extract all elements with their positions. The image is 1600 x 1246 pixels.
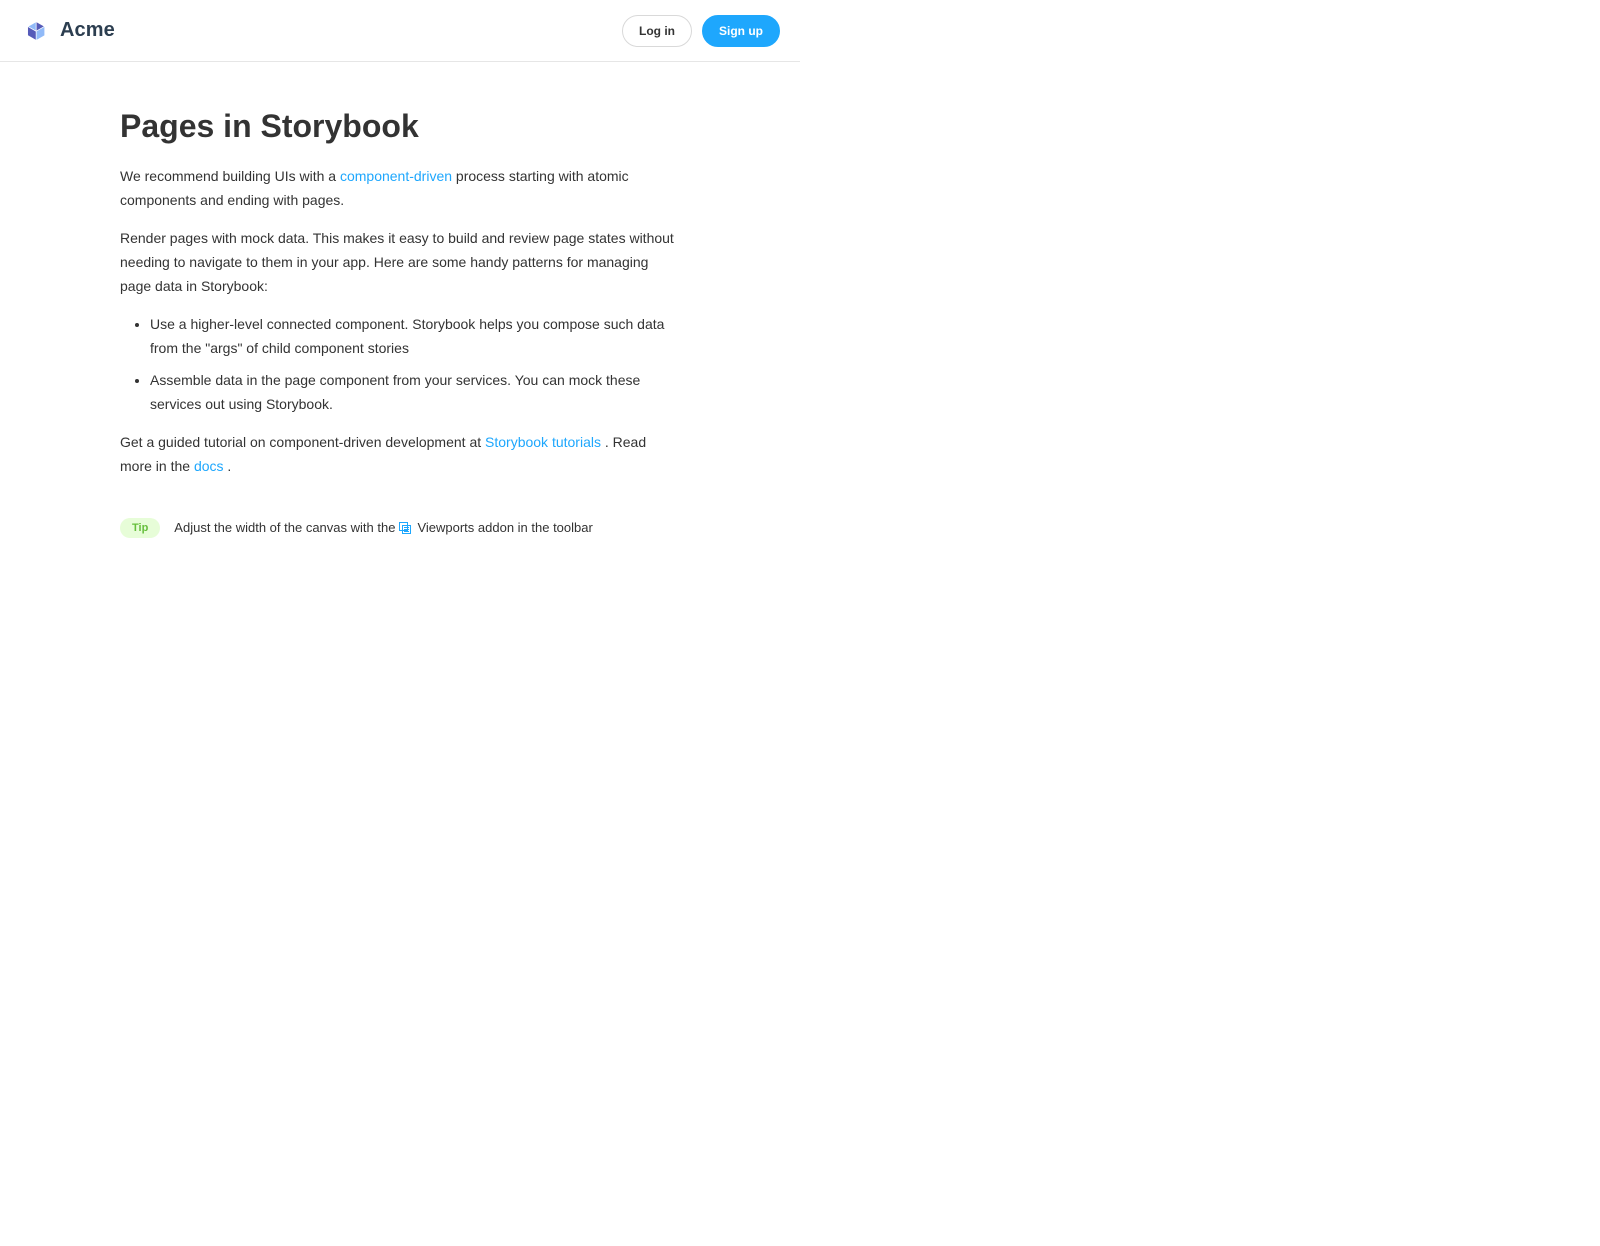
tip-text-before: Adjust the width of the canvas with the [174, 520, 396, 535]
docs-link[interactable]: docs [194, 458, 224, 474]
page-frame: Acme Log in Sign up Pages in Storybook W… [0, 0, 800, 1246]
tip-text-after: Viewports addon in the toolbar [417, 520, 593, 535]
tip-badge: Tip [120, 518, 161, 538]
intro-text-before: We recommend building UIs with a [120, 168, 340, 184]
tutorial-text-before: Get a guided tutorial on component-drive… [120, 434, 486, 450]
patterns-list: Use a higher-level connected component. … [120, 312, 680, 416]
page-title: Pages in Storybook [120, 108, 419, 144]
viewport-icon [399, 522, 412, 534]
intro-paragraph: We recommend building UIs with a compone… [120, 164, 680, 212]
storybook-tutorials-link[interactable]: Storybook tutorials [485, 434, 601, 450]
tip-wrapper: Tip Adjust the width of the canvas with … [120, 518, 680, 538]
brand-name: Acme [60, 19, 115, 41]
list-item: Use a higher-level connected component. … [150, 312, 680, 360]
login-button[interactable]: Log in [622, 14, 692, 47]
acme-logo-icon [24, 18, 48, 43]
brand: Acme [24, 18, 115, 43]
auth-actions: Log in Sign up [622, 14, 780, 47]
tutorial-paragraph: Get a guided tutorial on component-drive… [120, 430, 680, 478]
signup-button[interactable]: Sign up [702, 14, 780, 47]
component-driven-link[interactable]: component-driven [340, 168, 452, 184]
page-content: Pages in Storybook We recommend building… [120, 104, 680, 538]
mock-data-paragraph: Render pages with mock data. This makes … [120, 230, 674, 294]
list-item: Assemble data in the page component from… [150, 368, 680, 416]
top-header: Acme Log in Sign up [0, 0, 800, 62]
tutorial-text-end: . [223, 458, 232, 474]
